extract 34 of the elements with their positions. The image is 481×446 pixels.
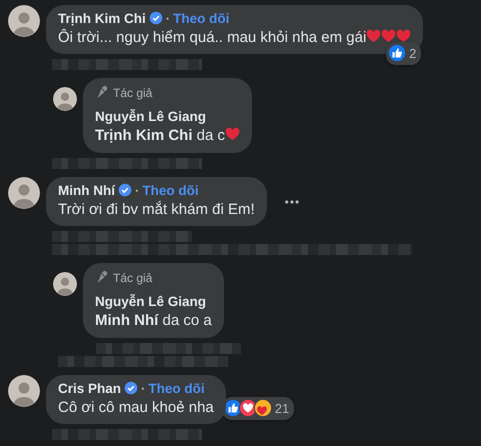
heart-icon (366, 29, 382, 44)
comment-text: Ôi trời... nguy hiểm quá.. mau khỏi nha em gái (58, 29, 366, 46)
follow-link[interactable]: Theo dõi (142, 183, 199, 198)
microphone-icon (95, 85, 110, 100)
reaction-summary[interactable]: 2 (386, 42, 422, 65)
avatar (53, 87, 77, 111)
avatar (8, 5, 40, 37)
author-label: Tác giả (95, 84, 152, 100)
author-name[interactable]: Trịnh Kim Chi (58, 11, 146, 26)
comment-text: Trời ơi đi bv mắt khám đi Em! (58, 201, 255, 218)
heart-icon (396, 29, 412, 44)
care-icon (254, 399, 272, 418)
author-name[interactable]: Minh Nhí (58, 183, 115, 198)
avatar (53, 272, 77, 296)
avatar (8, 177, 40, 209)
heart-icon (381, 29, 396, 44)
microphone-icon (95, 270, 110, 285)
author-name[interactable]: Cris Phan (58, 381, 122, 396)
author-label: Tác giả (95, 270, 152, 286)
more-button[interactable]: ••• (276, 192, 308, 210)
reaction-summary[interactable]: 21 (222, 396, 294, 420)
author-name[interactable]: Nguyễn Lê Giang (95, 109, 206, 124)
comment-text: Cô ơi cô mau khoẻ nha (58, 399, 214, 416)
comment-text: Minh Nhí da co a (95, 312, 212, 329)
comment-text: Trịnh Kim Chi da c (95, 127, 226, 144)
avatar (8, 375, 40, 407)
like-icon (388, 44, 406, 62)
separator-dot: · (141, 381, 146, 396)
author-name[interactable]: Nguyễn Lê Giang (95, 294, 206, 309)
separator-dot: · (135, 183, 140, 198)
heart-icon (225, 127, 240, 142)
follow-link[interactable]: Theo dõi (173, 11, 230, 26)
separator-dot: · (166, 11, 170, 26)
follow-link[interactable]: Theo dõi (148, 381, 205, 396)
